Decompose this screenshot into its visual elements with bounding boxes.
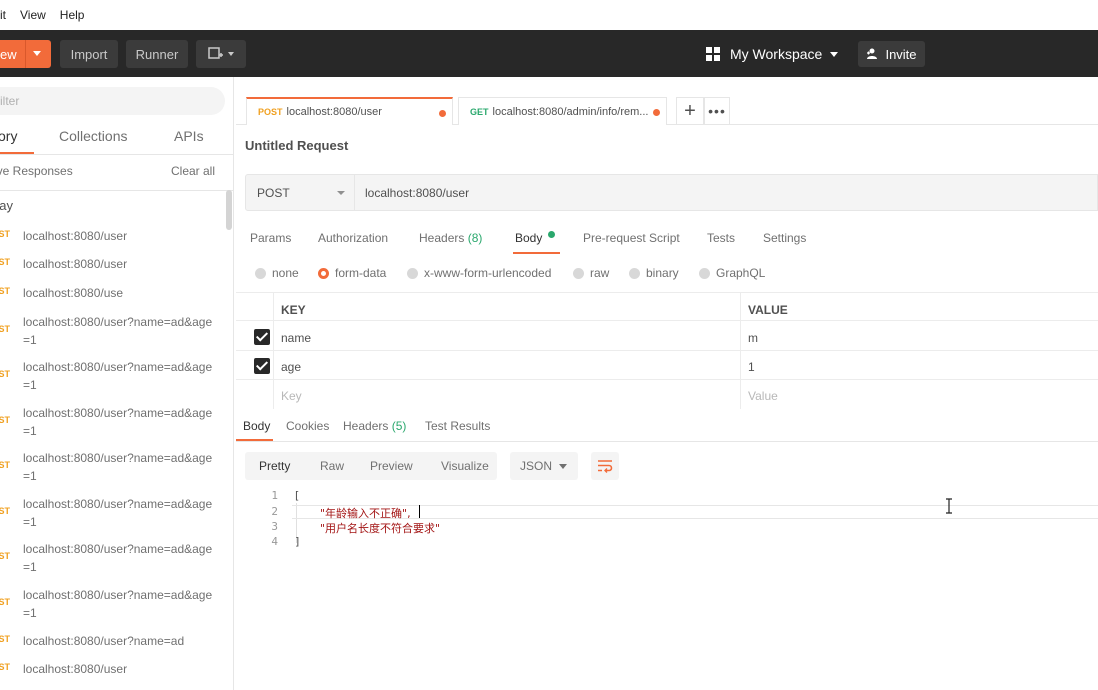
tab-apis[interactable]: APIs: [174, 128, 204, 144]
active-tab-indicator: [236, 439, 273, 441]
table-header: KEY VALUE: [236, 292, 1098, 322]
tab-history[interactable]: ory: [0, 128, 17, 144]
new-button[interactable]: ew: [0, 40, 51, 68]
code-line: [: [295, 489, 300, 502]
unsaved-dot-icon: [439, 110, 446, 117]
tab-request-get-admin-info[interactable]: GET localhost:8080/admin/info/rem...: [458, 97, 667, 125]
menu-edit[interactable]: it: [0, 8, 6, 22]
tab-response-headers[interactable]: Headers (5): [343, 419, 406, 433]
tab-test-results[interactable]: Test Results: [425, 419, 490, 433]
menu-view[interactable]: View: [20, 8, 46, 22]
view-pretty[interactable]: Pretty: [259, 459, 290, 473]
app-header: ew Import Runner My Workspace Invite: [0, 30, 1098, 77]
radio-raw[interactable]: raw: [573, 266, 609, 280]
radio-none[interactable]: none: [255, 266, 299, 280]
save-responses-toggle[interactable]: ave Responses: [0, 164, 73, 178]
key-field[interactable]: name: [281, 331, 311, 345]
history-group-label[interactable]: day: [0, 198, 13, 213]
response-tabs: Body Cookies Headers (5) Test Results: [236, 410, 1098, 442]
format-select[interactable]: JSON: [510, 452, 578, 480]
line-number: 3: [271, 520, 278, 533]
tab-params[interactable]: Params: [250, 231, 291, 245]
filter-input[interactable]: ilter: [0, 87, 225, 115]
radio-form-data[interactable]: form-data: [318, 266, 386, 280]
line-number: 4: [271, 535, 278, 548]
code-line: "用户名长度不符合要求": [320, 522, 441, 535]
menu-help[interactable]: Help: [60, 8, 85, 22]
radio-binary[interactable]: binary: [629, 266, 679, 280]
radio-graphql[interactable]: GraphQL: [699, 266, 765, 280]
workspace-label: My Workspace: [730, 46, 823, 62]
value-field[interactable]: m: [748, 331, 758, 345]
row-checkbox[interactable]: [254, 329, 270, 345]
tab-headers[interactable]: Headers (8): [419, 231, 482, 245]
chevron-down-icon: [559, 464, 567, 469]
tab-request-post-user[interactable]: POST localhost:8080/user: [246, 97, 453, 125]
wrap-lines-button[interactable]: [591, 452, 619, 480]
key-field[interactable]: age: [281, 360, 301, 374]
request-name[interactable]: Untitled Request: [245, 138, 348, 153]
line-number: 2: [271, 505, 278, 518]
clear-all-button[interactable]: Clear all: [171, 164, 215, 178]
body-indicator-dot-icon: [548, 231, 555, 238]
view-preview[interactable]: Preview: [370, 459, 413, 473]
code-line: "年龄输入不正确",: [320, 507, 411, 520]
tab-authorization[interactable]: Authorization: [318, 231, 388, 245]
runner-button[interactable]: Runner: [126, 40, 188, 68]
table-row-empty: Key Value: [236, 380, 1098, 409]
radio-x-www-form-urlencoded[interactable]: x-www-form-urlencoded: [407, 266, 551, 280]
wrap-lines-icon: [598, 460, 613, 473]
active-tab-indicator: [513, 252, 560, 254]
value-field[interactable]: 1: [748, 360, 755, 374]
row-checkbox[interactable]: [254, 358, 270, 374]
view-visualize[interactable]: Visualize: [441, 459, 489, 473]
tab-body[interactable]: Body: [515, 231, 542, 245]
new-window-icon: [208, 47, 234, 59]
url-bar: POST localhost:8080/user: [245, 174, 1098, 211]
code-line: ]: [295, 535, 300, 548]
new-window-button[interactable]: [196, 40, 246, 68]
sidebar-tabs: ory Collections APIs: [0, 122, 233, 154]
main-panel: POST localhost:8080/user GET localhost:8…: [236, 77, 1098, 690]
unsaved-dot-icon: [653, 109, 660, 116]
method-select[interactable]: POST: [245, 174, 355, 211]
request-tabs: Params Authorization Headers (8) Body Pr…: [236, 222, 1098, 254]
body-type-radios: none form-data x-www-form-urlencoded raw…: [236, 262, 1098, 284]
invite-button[interactable]: Invite: [858, 41, 925, 67]
view-raw[interactable]: Raw: [320, 459, 344, 473]
key-field[interactable]: Key: [281, 389, 302, 403]
value-field[interactable]: Value: [748, 389, 778, 403]
tab-response-body[interactable]: Body: [243, 419, 270, 433]
tab-settings[interactable]: Settings: [763, 231, 806, 245]
table-row: age 1: [236, 351, 1098, 380]
request-tab-bar: POST localhost:8080/user GET localhost:8…: [236, 77, 1098, 125]
response-view-switch: Pretty Raw Preview Visualize: [245, 452, 497, 480]
chevron-down-icon: [337, 191, 345, 195]
tab-tests[interactable]: Tests: [707, 231, 735, 245]
chevron-down-icon: [830, 51, 839, 57]
ibeam-cursor-icon: [946, 498, 952, 514]
tab-response-cookies[interactable]: Cookies: [286, 419, 329, 433]
line-number: 1: [271, 489, 278, 502]
new-tab-plus-icon[interactable]: +: [676, 97, 704, 125]
workspace-switcher[interactable]: My Workspace: [706, 44, 839, 64]
more-tabs-icon[interactable]: •••: [704, 97, 730, 125]
import-button[interactable]: Import: [60, 40, 118, 68]
sidebar: ilter ory Collections APIs ave Responses…: [0, 77, 234, 690]
tab-collections[interactable]: Collections: [59, 128, 127, 144]
sidebar-scrollbar[interactable]: [226, 190, 232, 230]
url-input[interactable]: localhost:8080/user: [354, 174, 1098, 211]
tab-prerequest-script[interactable]: Pre-request Script: [583, 231, 680, 245]
text-cursor: [419, 505, 420, 518]
workspace-grid-icon: [706, 47, 720, 61]
table-row: name m: [236, 322, 1098, 351]
chevron-down-icon[interactable]: [33, 51, 41, 56]
add-user-icon: [867, 48, 878, 59]
menu-bar: it View Help: [0, 0, 1098, 30]
